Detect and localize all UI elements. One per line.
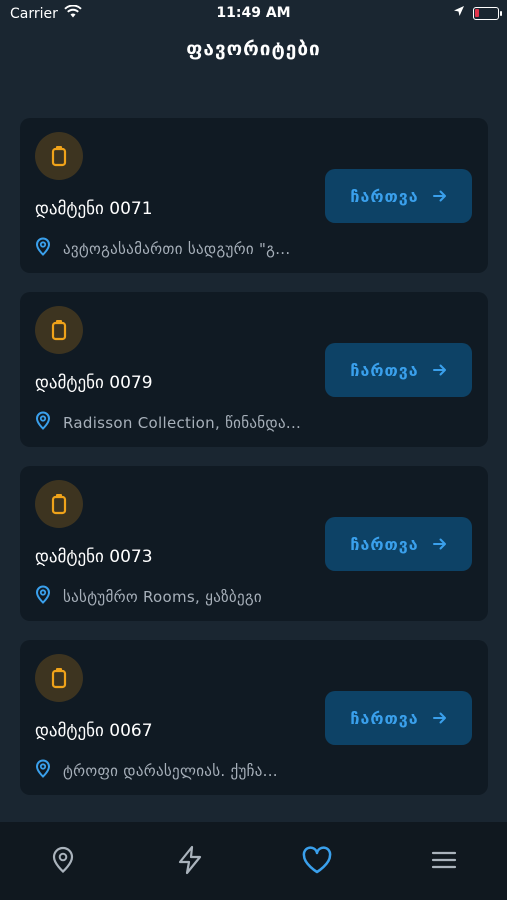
lightning-icon bbox=[176, 845, 204, 879]
connect-button-label: ჩართვა bbox=[350, 360, 419, 380]
charger-title: დამტენი 0073 bbox=[35, 547, 153, 567]
location-pin-icon bbox=[35, 759, 51, 782]
favorite-card[interactable]: დამტენი 0073 სასტუმრო Rooms, ყაზბეგი ჩარ… bbox=[20, 466, 488, 621]
connect-button[interactable]: ჩართვა bbox=[325, 343, 472, 397]
tab-menu[interactable] bbox=[414, 844, 474, 880]
charger-icon bbox=[35, 306, 83, 354]
charger-title: დამტენი 0079 bbox=[35, 373, 153, 393]
location-text: სასტუმრო Rooms, ყაზბეგი bbox=[63, 587, 262, 606]
arrow-right-icon bbox=[432, 709, 447, 728]
arrow-right-icon bbox=[432, 187, 447, 206]
location-pin-icon bbox=[35, 585, 51, 608]
location-pin-icon bbox=[35, 411, 51, 434]
heart-icon bbox=[301, 846, 333, 878]
charger-title: დამტენი 0071 bbox=[35, 199, 153, 219]
location-arrow-icon bbox=[453, 5, 465, 21]
charger-location: Radisson Collection, წინანდა... bbox=[35, 411, 335, 434]
charger-location: ტროფი დარასელიას. ქუჩა... bbox=[35, 759, 335, 782]
connect-button[interactable]: ჩართვა bbox=[325, 169, 472, 223]
connect-button-label: ჩართვა bbox=[350, 534, 419, 554]
charger-title: დამტენი 0067 bbox=[35, 721, 153, 741]
location-text: ავტოგასამართი სადგური "გ... bbox=[63, 239, 291, 258]
map-pin-icon bbox=[51, 846, 75, 878]
status-right bbox=[453, 5, 502, 21]
location-text: Radisson Collection, წინანდა... bbox=[63, 413, 302, 432]
connect-button[interactable]: ჩართვა bbox=[325, 691, 472, 745]
arrow-right-icon bbox=[432, 361, 447, 380]
charger-icon bbox=[35, 132, 83, 180]
charger-icon bbox=[35, 654, 83, 702]
connect-button-label: ჩართვა bbox=[350, 186, 419, 206]
favorite-card[interactable]: დამტენი 0067 ტროფი დარასელიას. ქუჩა... ჩ… bbox=[20, 640, 488, 795]
tab-bar bbox=[0, 822, 507, 900]
favorite-card[interactable]: დამტენი 0079 Radisson Collection, წინანდ… bbox=[20, 292, 488, 447]
page-title: ფავორიტები bbox=[186, 38, 321, 60]
favorites-list: დამტენი 0071 ავტოგასამართი სადგური "გ...… bbox=[20, 118, 488, 814]
favorite-card[interactable]: დამტენი 0071 ავტოგასამართი სადგური "გ...… bbox=[20, 118, 488, 273]
battery-icon bbox=[473, 6, 502, 20]
tab-charging[interactable] bbox=[160, 844, 220, 880]
charger-icon bbox=[35, 480, 83, 528]
menu-icon bbox=[431, 850, 457, 874]
tab-map[interactable] bbox=[33, 844, 93, 880]
charger-location: სასტუმრო Rooms, ყაზბეგი bbox=[35, 585, 335, 608]
arrow-right-icon bbox=[432, 535, 447, 554]
tab-favorites[interactable] bbox=[287, 844, 347, 880]
status-bar: Carrier 11:49 AM bbox=[0, 0, 507, 28]
status-time: 11:49 AM bbox=[216, 5, 291, 21]
location-pin-icon bbox=[35, 237, 51, 260]
connect-button[interactable]: ჩართვა bbox=[325, 517, 472, 571]
connect-button-label: ჩართვა bbox=[350, 708, 419, 728]
location-text: ტროფი დარასელიას. ქუჩა... bbox=[63, 761, 278, 780]
charger-location: ავტოგასამართი სადგური "გ... bbox=[35, 237, 335, 260]
